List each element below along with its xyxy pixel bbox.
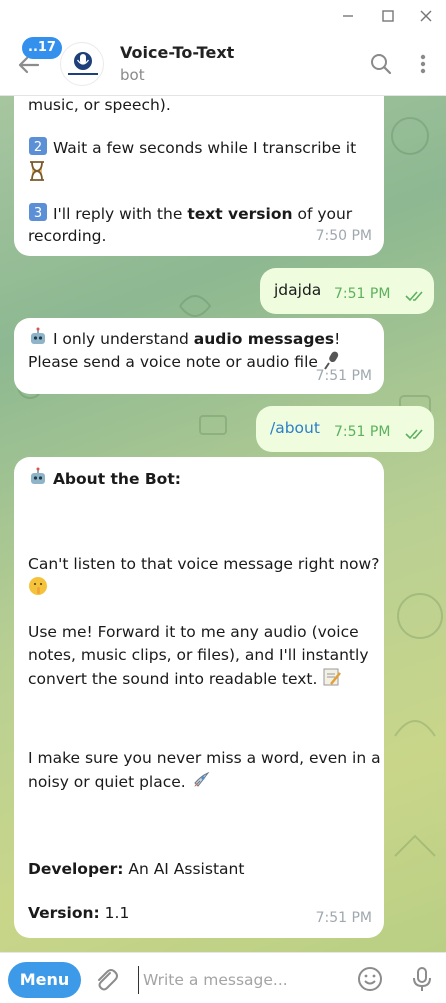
menu-button[interactable]: Menu <box>8 962 81 998</box>
chat-area[interactable]: music, or speech). 2 Wait a few seconds … <box>0 96 446 952</box>
microphone-logo-icon <box>68 52 98 75</box>
chat-header: ..17 Voice-To-Text bot <box>0 32 446 96</box>
robot-icon <box>28 467 48 494</box>
message-heading: About the Bot: <box>28 467 370 494</box>
message-text: music, or speech). <box>28 96 171 114</box>
outgoing-message-bubble[interactable]: /about 7:51 PM <box>256 406 434 452</box>
chat-title[interactable]: Voice-To-Text <box>120 43 234 62</box>
message-text: Use me! Forward it to me any audio (voic… <box>28 623 359 641</box>
svg-text:2: 2 <box>34 140 42 155</box>
message-text: convert the sound into readable text. <box>28 667 370 694</box>
window-titlebar <box>0 0 446 32</box>
message-text: noisy or quiet place. <box>28 770 370 797</box>
message-text: Can't listen to that voice message right… <box>28 555 380 573</box>
message-composer: Menu <box>0 952 446 1003</box>
rocket-icon <box>191 770 211 797</box>
message-input[interactable] <box>138 966 345 994</box>
incoming-message-bubble[interactable]: About the Bot: Can't listen to that voic… <box>14 457 384 938</box>
paperclip-icon[interactable] <box>92 965 120 993</box>
chat-subtitle: bot <box>120 66 145 84</box>
message-text: I make sure you never miss a word, even … <box>28 749 381 767</box>
outgoing-message-bubble[interactable]: jdajda 7:51 PM <box>260 268 434 314</box>
search-icon[interactable] <box>367 50 395 78</box>
minimize-icon[interactable] <box>334 4 362 28</box>
message-time: 7:50 PM <box>315 228 372 244</box>
incoming-message-bubble[interactable]: I only understand audio messages! Please… <box>14 318 384 394</box>
hourglass-icon <box>28 160 370 189</box>
avatar[interactable] <box>60 42 104 86</box>
memo-icon <box>322 667 342 694</box>
incoming-message-bubble[interactable]: music, or speech). 2 Wait a few seconds … <box>14 96 384 256</box>
double-check-icon <box>405 286 427 309</box>
message-time: 7:51 PM <box>315 910 372 926</box>
message-time: 7:51 PM <box>334 286 391 302</box>
maximize-icon[interactable] <box>374 4 402 28</box>
unread-badge: ..17 <box>22 37 62 59</box>
shushing-face-icon <box>28 576 370 603</box>
close-icon[interactable] <box>412 4 440 28</box>
keycap-two-icon: 2 <box>28 136 48 163</box>
emoji-icon[interactable] <box>356 965 384 993</box>
message-time: 7:51 PM <box>315 368 372 384</box>
double-check-icon <box>405 424 427 447</box>
message-text: Developer: An AI Assistant <box>28 860 245 878</box>
svg-text:3: 3 <box>34 206 42 221</box>
message-text: notes, music clips, or files), and I'll … <box>28 646 369 664</box>
message-time: 7:51 PM <box>334 424 391 440</box>
message-text: 2 Wait a few seconds while I transcribe … <box>28 136 370 163</box>
more-options-icon[interactable] <box>409 50 437 78</box>
microphone-icon[interactable] <box>408 965 436 993</box>
